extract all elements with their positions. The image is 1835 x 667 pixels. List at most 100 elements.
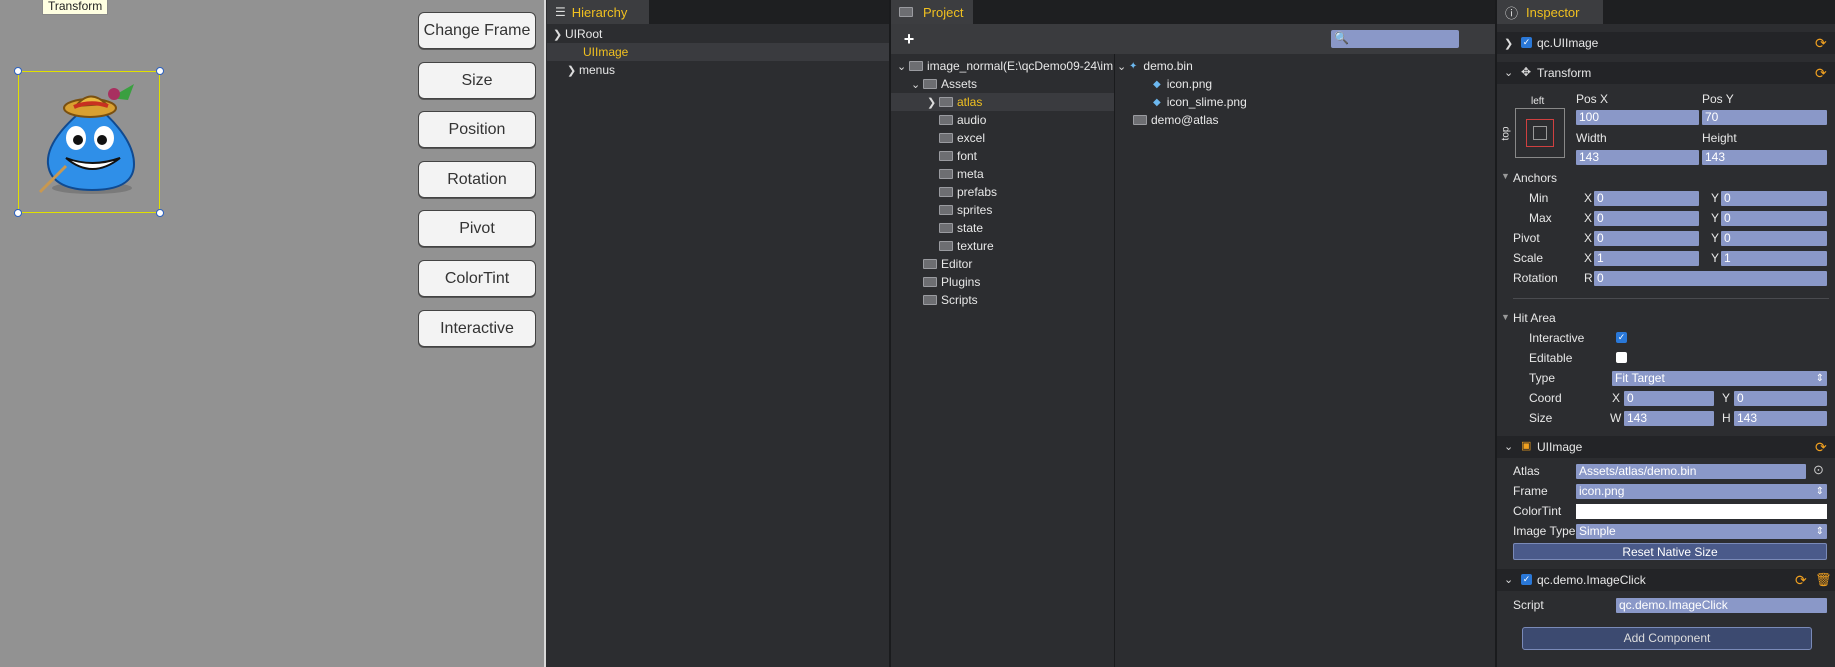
file-item-icon-slime[interactable]: ◆ icon_slime.png [1117,93,1487,111]
tree-item-texture[interactable]: texture [891,237,1114,255]
tree-item-meta[interactable]: meta [891,165,1114,183]
file-item-demo-atlas[interactable]: demo@atlas [1117,111,1487,129]
project-tree: ⌄ image_normal(E:\qcDemo09-24\im ⌄ Assets … [891,57,1114,309]
chevron-down-icon[interactable]: ⌄ [1504,440,1516,453]
position-button[interactable]: Position [418,111,536,148]
tree-item-scripts[interactable]: Scripts [891,291,1114,309]
posy-field[interactable]: 70 [1702,110,1827,125]
chevron-right-icon[interactable]: ❯ [567,64,579,77]
change-frame-button[interactable]: Change Frame [418,12,536,49]
colortint-swatch[interactable] [1576,504,1827,519]
frame-select[interactable]: icon.png [1576,484,1827,499]
anchor-preset-button[interactable] [1515,108,1565,158]
slime-image[interactable] [30,80,155,200]
refresh-icon[interactable]: ⟳ [1815,35,1827,52]
resize-handle-br[interactable] [156,209,164,217]
tree-item-plugins[interactable]: Plugins [891,273,1114,291]
tree-item-editor[interactable]: Editor [891,255,1114,273]
colortint-label: ColorTint [1513,504,1562,518]
file-item-icon-png[interactable]: ◆ icon.png [1117,75,1487,93]
editable-label: Editable [1529,351,1573,365]
editable-checkbox[interactable] [1616,352,1627,363]
imagetype-label: Image Type [1513,524,1576,538]
hierarchy-item-uiroot[interactable]: ❯ UIRoot [547,25,889,43]
tab-project[interactable]: Project [891,0,973,24]
resize-handle-tl[interactable] [14,67,22,75]
pivot-button[interactable]: Pivot [418,210,536,247]
slime-pupil-left [73,135,83,145]
interactive-button[interactable]: Interactive [418,310,536,347]
rotation-field[interactable]: 0 [1594,271,1827,286]
pivot-x-field[interactable]: 0 [1594,231,1699,246]
reset-native-size-button[interactable]: Reset Native Size [1513,543,1827,560]
scene-view[interactable]: Transform Change Frame Size Position Rot… [0,0,546,667]
tree-item-sprites[interactable]: sprites [891,201,1114,219]
item-label: Plugins [941,275,981,289]
chevron-right-icon[interactable]: ❯ [927,96,939,109]
size-h-field[interactable]: 143 [1734,411,1827,426]
refresh-icon[interactable]: ⟳ [1815,65,1827,82]
colortint-button[interactable]: ColorTint [418,260,536,297]
chevron-down-icon[interactable]: ⌄ [1504,66,1516,79]
item-label: menus [579,63,616,77]
script-field[interactable]: qc.demo.ImageClick [1616,598,1827,613]
chevron-right-icon[interactable]: ❯ [1504,37,1516,50]
height-field[interactable]: 143 [1702,150,1827,165]
chevron-down-icon[interactable]: ⌄ [911,78,923,91]
imagetype-select[interactable]: Simple [1576,524,1827,539]
type-select[interactable]: Fit Target [1612,371,1827,386]
min-y-field[interactable]: 0 [1721,191,1827,206]
anchors-collapse-icon[interactable]: ▼ [1501,171,1510,181]
tree-item-assets[interactable]: ⌄ Assets [891,75,1114,93]
scale-x-field[interactable]: 1 [1594,251,1699,266]
tab-hierarchy[interactable]: ☰ Hierarchy [547,0,649,24]
refresh-icon[interactable]: ⟳ [1795,572,1807,589]
interactive-checkbox[interactable]: ✓ [1616,332,1627,343]
resize-handle-tr[interactable] [156,67,164,75]
hierarchy-panel: ☰ Hierarchy ❯ UIRoot UIImage ❯ menus [547,0,891,667]
tab-label: Hierarchy [571,4,628,20]
search-input[interactable]: 🔍 [1331,30,1459,48]
pivot-y-field[interactable]: 0 [1721,231,1827,246]
add-component-button[interactable]: Add Component [1522,627,1812,650]
file-item-demo-bin[interactable]: ⌄ ✦ demo.bin [1117,57,1487,75]
posx-field[interactable]: 100 [1576,110,1699,125]
max-x-field[interactable]: 0 [1594,211,1699,226]
rotation-button[interactable]: Rotation [418,161,536,198]
chevron-down-icon[interactable]: ❯ [553,28,565,41]
target-picker-icon[interactable]: ⊙ [1813,462,1824,478]
coord-y-field[interactable]: 0 [1734,391,1827,406]
tree-item-audio[interactable]: audio [891,111,1114,129]
hitarea-collapse-icon[interactable]: ▼ [1501,312,1510,322]
trash-icon[interactable]: 🗑 [1815,572,1832,588]
tree-item-root[interactable]: ⌄ image_normal(E:\qcDemo09-24\im [891,57,1114,75]
object-enabled-checkbox[interactable]: ✓ [1521,37,1532,48]
resize-handle-bl[interactable] [14,209,22,217]
tab-label: Inspector [1526,4,1580,20]
tab-inspector[interactable]: ⓘ Inspector [1497,0,1603,24]
max-y-field[interactable]: 0 [1721,211,1827,226]
hierarchy-item-menus[interactable]: ❯ menus [547,61,889,79]
tree-item-state[interactable]: state [891,219,1114,237]
chevron-down-icon[interactable]: ⌄ [1504,573,1516,586]
chevron-down-icon[interactable]: ⌄ [1117,60,1129,73]
width-field[interactable]: 143 [1576,150,1699,165]
scale-y-field[interactable]: 1 [1721,251,1827,266]
atlas-field[interactable]: Assets/atlas/demo.bin [1576,464,1806,479]
script-enabled-checkbox[interactable]: ✓ [1521,574,1532,585]
refresh-icon[interactable]: ⟳ [1815,439,1827,456]
inspector-tabbar: ⓘ Inspector [1497,0,1835,24]
hierarchy-item-uiimage[interactable]: UIImage [547,43,889,61]
rotation-r-label: R [1584,271,1593,285]
tree-item-excel[interactable]: excel [891,129,1114,147]
inspector-panel: ⓘ Inspector ❯ ✓ qc.UIImage ⟳ ⌄ ✥ Transfo… [1495,0,1835,667]
tree-item-prefabs[interactable]: prefabs [891,183,1114,201]
tree-item-font[interactable]: font [891,147,1114,165]
add-button[interactable]: + [899,30,919,50]
tree-item-atlas[interactable]: ❯ atlas [891,93,1114,111]
size-w-field[interactable]: 143 [1624,411,1714,426]
min-x-field[interactable]: 0 [1594,191,1699,206]
chevron-down-icon[interactable]: ⌄ [897,60,909,73]
size-button[interactable]: Size [418,62,536,99]
coord-x-field[interactable]: 0 [1624,391,1714,406]
